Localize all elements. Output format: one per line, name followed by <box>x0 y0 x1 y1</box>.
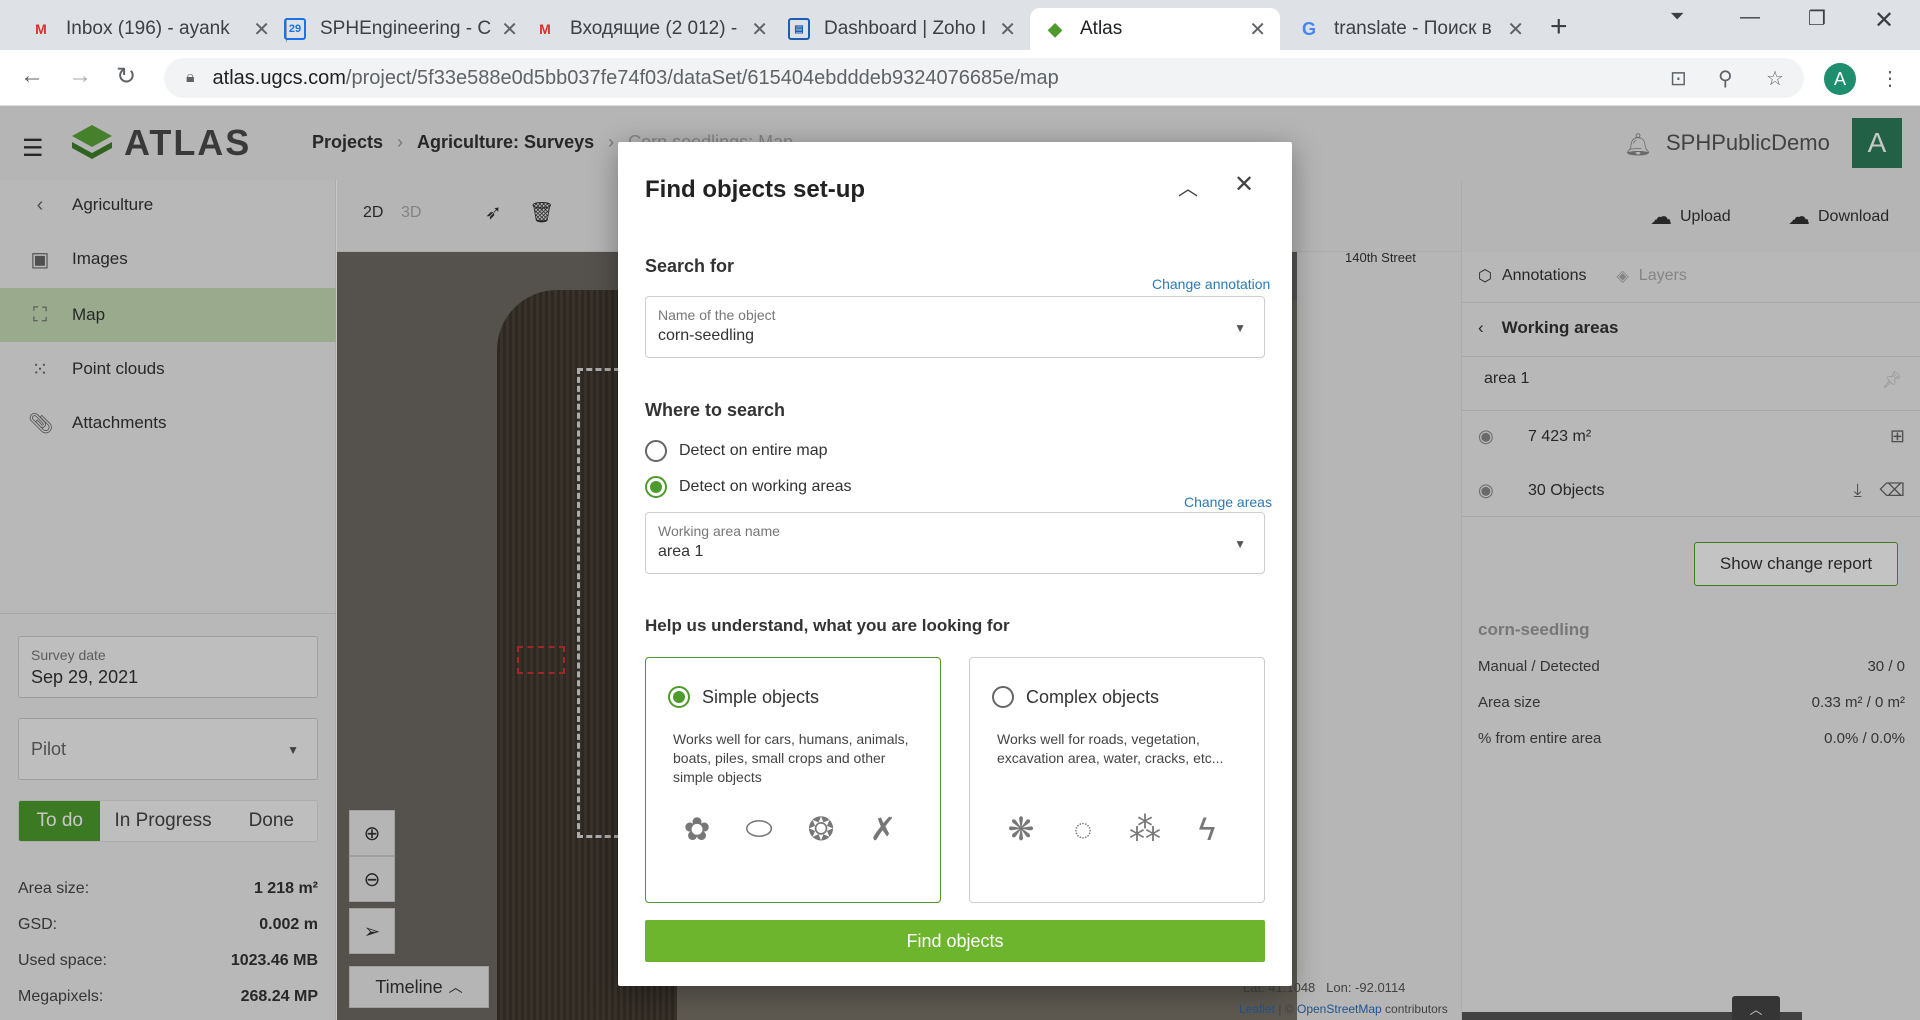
browser-tab-zoho[interactable]: ▤ Dashboard | Zoho I ✕ <box>774 8 1030 50</box>
dialog-title: Find objects set-up <box>645 176 866 203</box>
browser-tab-google[interactable]: G translate - Поиск в ✕ <box>1284 8 1538 50</box>
tab-search-icon[interactable]: ⏷ <box>1670 6 1684 27</box>
close-tab-icon[interactable]: ✕ <box>501 17 518 42</box>
complex-objects-card[interactable]: Complex objects Works well for roads, ve… <box>969 657 1265 903</box>
browser-tab-gmail-ru[interactable]: M Входящие (2 012) - ✕ <box>520 8 782 50</box>
car-icon: ⬭ <box>745 810 773 846</box>
zoom-icon[interactable]: ⚲ <box>1718 66 1733 91</box>
radio-button-checked-icon <box>645 476 667 498</box>
atlas-icon: ◆ <box>1048 18 1062 39</box>
where-to-search-heading: Where to search <box>645 400 786 420</box>
excavation-icon: ❋ <box>1007 811 1035 847</box>
browser-tabbar: M Inbox (196) - ayank ✕ 29 SPHEngineerin… <box>0 0 1920 50</box>
close-tab-icon[interactable]: ✕ <box>999 17 1016 42</box>
close-icon[interactable]: ✕ <box>1234 170 1254 199</box>
caret-down-icon: ▼ <box>1234 321 1246 335</box>
bookmark-star-icon[interactable]: ☆ <box>1766 66 1784 91</box>
water-icon: ◌ <box>1073 810 1093 847</box>
zoho-icon: ▤ <box>788 18 810 40</box>
reload-icon[interactable]: ↻ <box>116 62 136 91</box>
radio-button-empty-icon <box>992 686 1014 708</box>
close-tab-icon[interactable]: ✕ <box>253 17 270 42</box>
gmail-icon: M <box>35 21 47 37</box>
object-name-select[interactable]: Name of the object corn-seedling ▼ <box>645 296 1265 358</box>
close-tab-icon[interactable]: ✕ <box>1507 17 1524 42</box>
help-heading: Help us understand, what you are looking… <box>645 616 1010 635</box>
turtle-icon: ❂ <box>807 811 835 847</box>
close-tab-icon[interactable]: ✕ <box>1249 17 1266 42</box>
radio-working-areas[interactable]: Detect on working areas <box>645 476 852 498</box>
minimize-icon[interactable]: — <box>1740 6 1760 29</box>
lock-icon: 🔒︎ <box>186 69 195 86</box>
profile-avatar[interactable]: A <box>1824 63 1856 95</box>
find-objects-button[interactable]: Find objects <box>645 920 1265 962</box>
chevron-up-icon[interactable]: ︿ <box>1178 172 1198 201</box>
url-input[interactable]: 🔒︎ atlas.ugcs.com/project/5f33e588e0d5bb… <box>164 58 1804 98</box>
calendar-icon: 29 <box>284 18 306 40</box>
crops-icon: ✿ <box>683 811 711 847</box>
change-annotation-link[interactable]: Change annotation <box>1152 276 1270 292</box>
close-tab-icon[interactable]: ✕ <box>751 17 768 42</box>
caret-down-icon: ▼ <box>1234 537 1246 551</box>
google-icon: G <box>1301 18 1316 39</box>
change-areas-link[interactable]: Change areas <box>1184 494 1272 510</box>
browser-tab-calendar[interactable]: 29 SPHEngineering - C ✕ <box>270 8 532 50</box>
cracks-icon: ϟ <box>1198 810 1216 847</box>
radio-entire-map[interactable]: Detect on entire map <box>645 440 828 462</box>
working-area-select[interactable]: Working area name area 1 ▼ <box>645 512 1265 574</box>
forward-arrow-icon[interactable]: → <box>68 62 92 90</box>
vegetation-icon: ⁂ <box>1129 811 1161 847</box>
simple-objects-card[interactable]: Simple objects Works well for cars, huma… <box>645 657 941 903</box>
radio-button-checked-icon <box>668 686 690 708</box>
window-close-icon[interactable]: ✕ <box>1874 6 1894 35</box>
gmail-icon: M <box>539 21 551 37</box>
new-tab-icon[interactable]: + <box>1550 10 1568 44</box>
search-for-heading: Search for <box>645 256 735 276</box>
address-bar: ← → ↻ 🔒︎ atlas.ugcs.com/project/5f33e588… <box>0 50 1920 106</box>
kayak-icon: ✗ <box>869 811 897 847</box>
find-objects-dialog: Find objects set-up ︿ ✕ Search for Chang… <box>618 142 1292 986</box>
radio-button-empty-icon <box>645 440 667 462</box>
translate-icon[interactable]: ⊡ <box>1670 66 1687 91</box>
back-arrow-icon[interactable]: ← <box>20 62 44 90</box>
restore-icon[interactable]: ❐ <box>1808 6 1826 31</box>
more-menu-icon[interactable]: ⋮ <box>1880 66 1900 91</box>
browser-tab-atlas[interactable]: ◆ Atlas ✕ <box>1030 8 1280 50</box>
browser-tab-gmail[interactable]: M Inbox (196) - ayank ✕ <box>16 8 284 50</box>
